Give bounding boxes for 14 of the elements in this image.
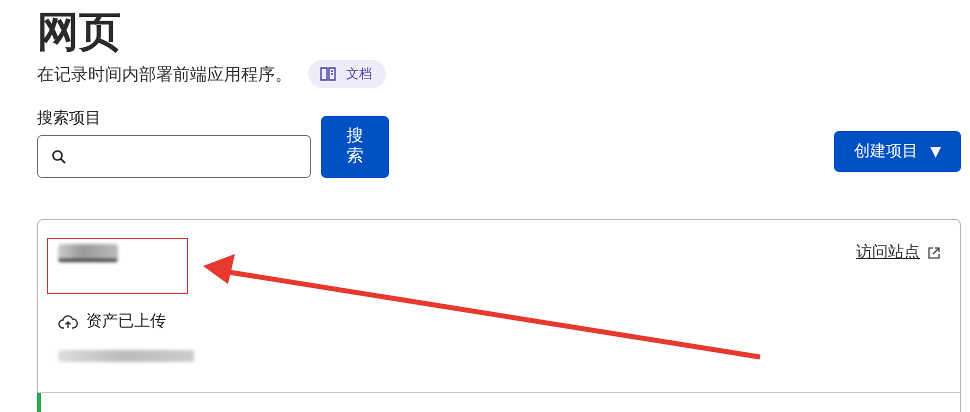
cloud-upload-icon [58,314,78,330]
create-project-button[interactable]: 创建项目 ▼ [834,131,961,172]
search-button[interactable]: 搜索 [321,116,389,178]
page-title: 网页 [37,6,122,58]
status-text: 资产已上传 [86,311,166,332]
redacted-name [58,244,118,262]
search-label: 搜索项目 [37,108,102,129]
docs-badge[interactable]: 文档 [308,60,386,88]
external-link-icon [928,246,940,258]
book-icon [320,67,336,81]
search-icon [51,148,67,164]
search-field[interactable] [37,135,311,178]
visit-site-link[interactable]: 访问站点 [856,242,920,263]
page-description: 在记录时间内部署前端应用程序。 [37,64,292,86]
